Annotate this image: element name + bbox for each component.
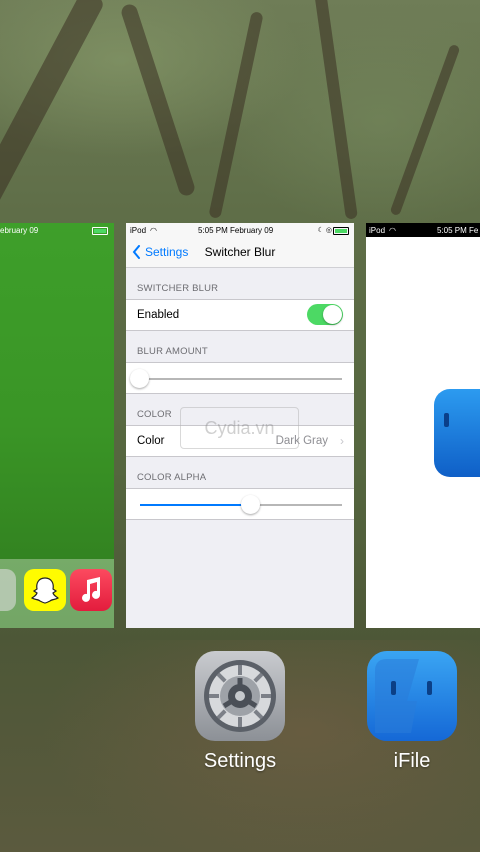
lock-rotation-icon: ☾ ◎	[317, 227, 332, 234]
back-label: Settings	[145, 245, 189, 259]
ifile-app-icon[interactable]	[367, 651, 457, 741]
settings-app-icon[interactable]	[195, 651, 285, 741]
chevron-left-icon	[132, 245, 140, 259]
color-label: Color	[137, 435, 165, 447]
battery-icon	[92, 227, 108, 237]
chevron-right-icon: ›	[340, 434, 344, 448]
status-time: 5:05 PM Fe	[437, 225, 479, 235]
battery-icon	[333, 227, 349, 237]
enabled-toggle[interactable]	[307, 304, 343, 325]
color-alpha-slider[interactable]	[140, 495, 342, 514]
ifile-app-label: iFile	[393, 750, 431, 772]
blur-amount-slider[interactable]	[130, 369, 342, 388]
watermark: Cydia.vn	[180, 407, 299, 449]
app-switcher-card-homescreen[interactable]: ebruary 09	[0, 223, 114, 628]
section-header-switcher-blur: SWITCHER BLUR	[137, 283, 219, 294]
status-bar: ebruary 09	[0, 223, 114, 237]
status-time: 5:05 PM February 09	[198, 225, 274, 235]
navigation-bar: Settings Switcher Blur	[126, 237, 354, 268]
enabled-row: Enabled	[126, 299, 354, 331]
slider-fill	[140, 504, 252, 506]
status-bar: iPod ◠ 5:05 PM February 09 ☾ ◎	[126, 223, 354, 237]
slider-thumb[interactable]	[241, 495, 261, 514]
blur-amount-row	[126, 362, 354, 394]
app-switcher-card-ifile[interactable]: iPod ◠ 5:05 PM Fe	[366, 223, 480, 628]
gear-icon	[204, 660, 276, 732]
section-header-blur-amount: BLUR AMOUNT	[137, 346, 208, 357]
wifi-icon: ◠	[389, 225, 396, 235]
settings-app-label: Settings	[203, 750, 277, 772]
color-alpha-row	[126, 488, 354, 520]
music-icon[interactable]	[70, 569, 112, 611]
status-carrier: iPod	[369, 225, 386, 235]
toggle-knob	[323, 305, 342, 324]
folder-icon[interactable]	[0, 569, 16, 611]
finder-face-icon	[375, 659, 432, 733]
status-date: ebruary 09	[0, 225, 39, 235]
wifi-icon: ◠	[150, 225, 157, 235]
status-bar: iPod ◠ 5:05 PM Fe	[366, 223, 480, 237]
app-switcher-card-settings[interactable]: iPod ◠ 5:05 PM February 09 ☾ ◎ Settings …	[126, 223, 354, 628]
back-button[interactable]: Settings	[126, 245, 188, 259]
section-header-color-alpha: COLOR ALPHA	[137, 472, 207, 483]
dock	[0, 559, 114, 628]
slider-thumb[interactable]	[130, 369, 149, 388]
ifile-splash-icon	[434, 389, 480, 477]
status-carrier: iPod	[130, 225, 147, 235]
snapchat-icon[interactable]	[24, 569, 66, 611]
enabled-label: Enabled	[137, 309, 180, 321]
